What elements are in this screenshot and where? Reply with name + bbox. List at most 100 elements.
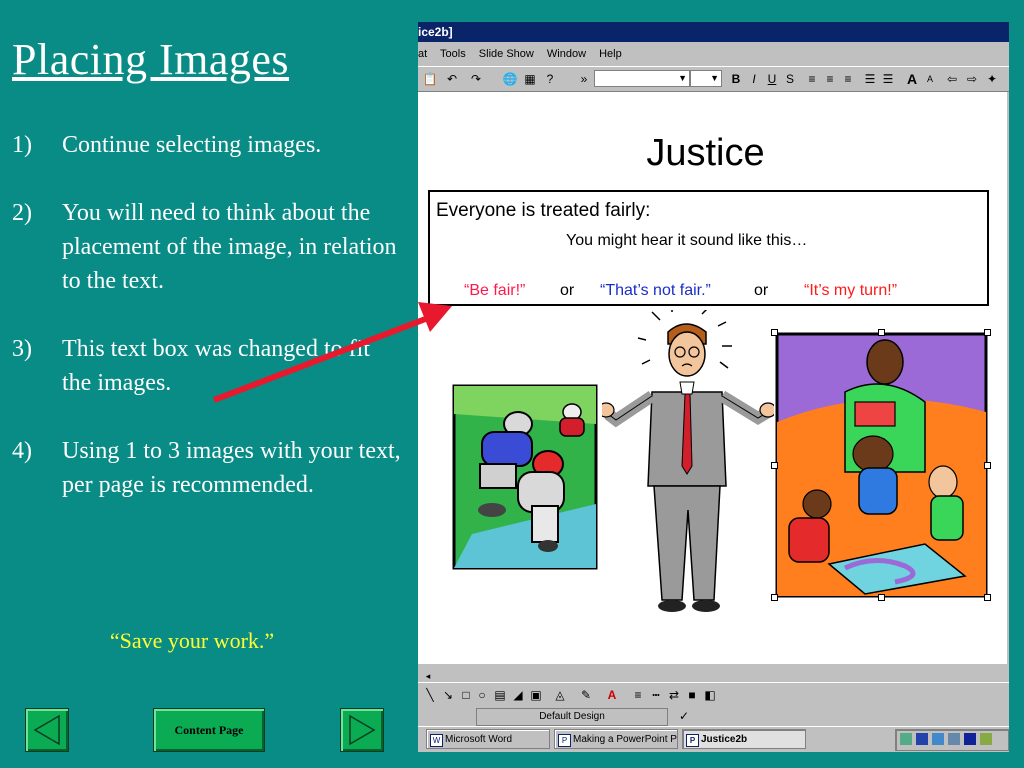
line-style-icon[interactable]: ≡ (630, 687, 646, 703)
triangle-right-icon (349, 714, 376, 746)
menu-format[interactable]: at (418, 48, 427, 60)
speaker-icon[interactable] (900, 733, 912, 745)
table-icon[interactable]: ▦ (522, 71, 538, 87)
decrease-font-icon[interactable]: A (922, 71, 938, 87)
window-titlebar: ice2b] (418, 22, 1009, 42)
textbox-tool-icon[interactable]: ▤ (492, 687, 508, 703)
oval-tool-icon[interactable]: ○ (474, 687, 490, 703)
animation-effects-icon[interactable]: ✦ (984, 71, 1000, 87)
slide-title: Placing Images (12, 35, 290, 84)
next-slide-button[interactable] (340, 708, 384, 752)
selection-handle[interactable] (878, 594, 885, 601)
shadow-button[interactable]: S (782, 71, 798, 87)
previous-slide-button[interactable] (25, 708, 69, 752)
selection-handle[interactable] (771, 329, 778, 336)
spelling-icon[interactable]: ✓ (676, 708, 692, 724)
line-color-icon[interactable]: ✎ (578, 687, 594, 703)
underline-button[interactable]: U (764, 71, 780, 87)
triangle-left-icon (33, 714, 60, 746)
italic-button[interactable]: I (746, 71, 762, 87)
text-box[interactable]: Everyone is treated fairly: You might he… (428, 190, 989, 306)
promote-icon[interactable]: ⇦ (944, 71, 960, 87)
storytime-clipart[interactable] (775, 332, 988, 598)
pen-icon[interactable] (980, 733, 992, 745)
arrow-style-icon[interactable]: ⇄ (666, 687, 682, 703)
menu-bar: at Tools Slide Show Window Help (418, 44, 1009, 64)
hyperlink-icon[interactable]: 🌐 (502, 71, 518, 87)
undo-icon[interactable]: ↶ (444, 71, 460, 87)
save-reminder: “Save your work.” (109, 628, 275, 653)
demote-icon[interactable]: ⇨ (964, 71, 980, 87)
window-title: ice2b] (418, 25, 453, 39)
bold-button[interactable]: B (728, 71, 744, 87)
taskbar-item-powerpoint-page[interactable]: PMaking a PowerPoint Page (554, 729, 678, 749)
paste-icon[interactable]: 📋 (422, 71, 438, 87)
football-players-clipart[interactable] (452, 384, 598, 570)
or-text: or (560, 282, 575, 299)
menu-window[interactable]: Window (547, 48, 586, 60)
quote-not-fair: “That’s not fair.” (600, 282, 711, 299)
dash-style-icon[interactable]: ┅ (648, 687, 664, 703)
chevron-down-icon: ▼ (678, 73, 687, 83)
formatting-toolbar: 📋 ↶ ↷ 🌐 ▦ ? » ▼ ▼ B I U S ≡ ≡ ≡ ☰ ☰ A A … (418, 66, 1009, 92)
or-text: or (754, 282, 769, 299)
more-buttons-icon[interactable]: » (576, 71, 592, 87)
align-left-icon[interactable]: ≡ (804, 71, 820, 87)
document-heading: Justice (646, 132, 765, 174)
selection-handle[interactable] (771, 462, 778, 469)
wordart-icon[interactable]: ◢ (510, 687, 526, 703)
menu-slide-show[interactable]: Slide Show (479, 48, 534, 60)
drawing-toolbar: ╲ ↘ □ ○ ▤ ◢ ▣ ◬ ✎ A ≡ ┅ ⇄ ■ ◧ (418, 682, 1009, 707)
list-item: 3) This text box was changed to fit the i… (12, 336, 370, 396)
word-icon: W (430, 734, 443, 747)
list-item: 4) Using 1 to 3 images with your text, pe… (12, 438, 401, 498)
clipart-icon[interactable]: ▣ (528, 687, 544, 703)
selection-handle[interactable] (984, 594, 991, 601)
language-icon[interactable] (964, 733, 976, 745)
menu-tools[interactable]: Tools (440, 48, 466, 60)
list-item: 1) Continue selecting images. (12, 132, 322, 158)
quote-be-fair: “Be fair!” (464, 282, 526, 299)
selection-handle[interactable] (771, 594, 778, 601)
taskbar-item-word[interactable]: W Microsoft Word (426, 729, 550, 749)
chevron-down-icon: ▼ (710, 73, 719, 83)
increase-font-icon[interactable]: A (904, 71, 920, 87)
selection-handle[interactable] (984, 462, 991, 469)
help-icon[interactable]: ? (542, 71, 558, 87)
powerpoint-icon: P (686, 734, 699, 747)
selection-handle[interactable] (984, 329, 991, 336)
app-window-screenshot: ice2b] at Tools Slide Show Window Help 📋… (418, 22, 1009, 752)
bullets-icon[interactable]: ☰ (880, 71, 896, 87)
system-tray (895, 729, 1009, 751)
windows-taskbar: WMicrosoft Word PMaking a PowerPoint Pag… (418, 726, 1009, 752)
arrow-tool-icon[interactable]: ↘ (440, 687, 456, 703)
redo-icon[interactable]: ↷ (468, 71, 484, 87)
align-right-icon[interactable]: ≡ (840, 71, 856, 87)
shadow-icon[interactable]: ■ (684, 687, 700, 703)
globe-icon[interactable] (948, 733, 960, 745)
align-center-icon[interactable]: ≡ (822, 71, 838, 87)
selection-handle[interactable] (878, 329, 885, 336)
menu-help[interactable]: Help (599, 48, 622, 60)
font-size-combo[interactable]: ▼ (690, 70, 722, 87)
presenter-man-clipart[interactable] (602, 310, 774, 620)
line-tool-icon[interactable]: ╲ (422, 687, 438, 703)
powerpoint-icon: P (558, 734, 571, 747)
network-icon[interactable] (932, 733, 944, 745)
status-bar: Default Design ✓ (418, 706, 1009, 726)
numbering-icon[interactable]: ☰ (862, 71, 878, 87)
textbox-line-1: Everyone is treated fairly: (436, 200, 651, 221)
rectangle-tool-icon[interactable]: □ (458, 687, 474, 703)
font-combo[interactable]: ▼ (594, 70, 690, 87)
media-icon[interactable] (916, 733, 928, 745)
quote-my-turn: “It’s my turn!” (804, 282, 898, 299)
textbox-line-2: You might hear it sound like this… (566, 232, 808, 249)
fill-color-icon[interactable]: ◬ (552, 687, 568, 703)
list-item: 2) You will need to think about the place… (12, 200, 397, 294)
instruction-list: 1) Continue selecting images. 2) You will … (12, 128, 404, 536)
font-color-icon[interactable]: A (604, 687, 620, 703)
design-template-label: Default Design (476, 708, 668, 726)
3d-icon[interactable]: ◧ (702, 687, 718, 703)
content-page-button[interactable]: Content Page (153, 708, 265, 752)
taskbar-item-justice2b[interactable]: P Justice2b (682, 729, 806, 749)
